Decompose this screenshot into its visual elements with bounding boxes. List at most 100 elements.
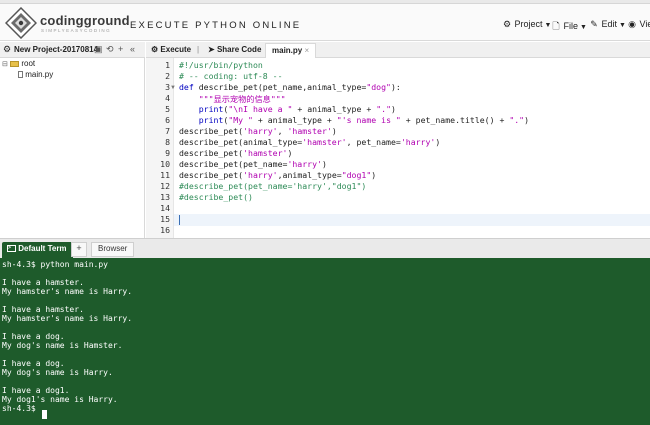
file-icon: 🗋 (552, 21, 560, 31)
caret-down-icon: ▼ (619, 22, 626, 29)
terminal-line: My dog's name is Hamster. (2, 341, 123, 350)
close-icon[interactable]: × (304, 46, 309, 55)
menu-view-label: View (639, 19, 650, 29)
code-line: describe_pet('harry',animal_type="dog1") (179, 170, 376, 180)
terminal-line: My hamster's name is Harry. (2, 314, 133, 323)
line-number: 5 (165, 104, 170, 114)
code-keyword: print (179, 104, 224, 114)
code-text: + pet_name.title() + (400, 115, 510, 125)
tab-main-py[interactable]: main.py × (265, 43, 317, 58)
terminal-line: sh-4.3$ python main.py (2, 260, 108, 269)
refresh-icon[interactable]: ⟲ (106, 44, 114, 55)
line-number: 2 (165, 71, 170, 81)
code-text: ,animal_type= (277, 170, 342, 180)
tree-root[interactable]: ⊟ root (2, 59, 35, 68)
line-number: 1 (165, 60, 170, 70)
code-line: #describe_pet(pet_name='harry',"dog1") (179, 181, 367, 191)
line-number: 7 (165, 126, 170, 136)
save-icon[interactable]: ▣ (94, 44, 103, 55)
terminal-icon: > (7, 245, 16, 253)
eye-icon: ◉ (628, 19, 636, 29)
code-line: describe_pet('harry', 'hamster') (179, 126, 337, 136)
app-header: codingground SIMPLYEASYCODING EXECUTE PY… (0, 4, 650, 41)
code-text: describe_pet( (179, 148, 244, 158)
code-text: describe_pet( (179, 170, 244, 180)
code-string: "." (376, 104, 392, 114)
share-icon: ➤ (208, 45, 215, 54)
line-number: 12 (160, 181, 170, 191)
collapse-icon[interactable]: « (130, 44, 135, 54)
line-number: 11 (160, 170, 170, 180)
line-number: 4 (165, 93, 170, 103)
code-text: ) (331, 126, 337, 136)
terminal-line: I have a hamster. (2, 305, 84, 314)
terminal-prompt: sh-4.3$ (2, 404, 41, 413)
line-number: 13 (160, 192, 170, 202)
tab-browser[interactable]: Browser (91, 242, 135, 257)
execute-button[interactable]: ⚙ Execute (151, 45, 191, 54)
code-text: + animal_type + (292, 104, 377, 114)
code-string: "dog" (366, 82, 391, 92)
edit-icon: ✎ (590, 19, 598, 29)
code-line: def describe_pet(pet_name,animal_type="d… (179, 82, 401, 92)
fold-arrow-icon[interactable]: ▼ (170, 85, 176, 91)
terminal-line: I have a hamster. (2, 278, 84, 287)
brand-name[interactable]: codingground (40, 13, 130, 28)
page-title: EXECUTE PYTHON ONLINE (130, 20, 302, 31)
menu-project-label: Project (514, 19, 543, 29)
text-cursor (179, 215, 180, 225)
line-number: 14 (160, 203, 170, 213)
code-keyword: print (179, 115, 224, 125)
project-title: New Project-20170814 (14, 45, 99, 54)
code-string: "." (509, 115, 525, 125)
tab-default-term[interactable]: > Default Term (2, 242, 73, 259)
code-text: ) (524, 115, 530, 125)
code-string: "'s name is " (336, 115, 401, 125)
terminal-line: I have a dog. (2, 359, 65, 368)
code-string: 'harry' (287, 159, 322, 169)
code-text: , (277, 126, 288, 136)
terminal-line: My dog1's name is Harry. (2, 395, 118, 404)
menu-file[interactable]: 🗋 File ▼ (551, 19, 587, 35)
code-text: ): (390, 82, 401, 92)
code-line: #!/usr/bin/python (179, 60, 263, 70)
folder-icon (10, 60, 20, 67)
share-code-button[interactable]: ➤ Share Code (208, 45, 261, 54)
coding-ground-logo[interactable] (5, 7, 37, 39)
terminal-tabbar: > Default Term + Browser (0, 238, 650, 259)
terminal-cursor (42, 410, 47, 419)
line-number: 16 (160, 225, 170, 235)
menu-edit[interactable]: ✎ Edit ▼ (589, 19, 626, 30)
tab-file-label: main.py (272, 46, 303, 55)
menu-view[interactable]: ◉ View (627, 19, 650, 30)
tree-file-main[interactable]: main.py (18, 70, 53, 79)
terminal-line: I have a dog. (2, 332, 65, 341)
code-line: print("My " + animal_type + "'s name is … (179, 115, 529, 125)
code-text: + animal_type + (252, 115, 337, 125)
code-text: ) (435, 137, 441, 147)
code-line: #describe_pet() (179, 192, 253, 202)
code-text: describe_pet( (179, 126, 244, 136)
tab-default-term-label: Default Term (18, 244, 67, 253)
code-string: 'harry' (400, 137, 436, 147)
tab-separator: | (197, 45, 200, 54)
line-number: 6 (165, 115, 170, 125)
terminal-line: My hamster's name is Harry. (2, 287, 133, 296)
code-line: # -- coding: utf-8 -- (179, 71, 283, 81)
line-number: 3 (165, 82, 170, 92)
code-line: describe_pet(pet_name='harry') (179, 159, 327, 169)
line-number: 10 (160, 159, 170, 169)
menu-project[interactable]: ⚙ Project ▼ (502, 19, 552, 30)
code-line: describe_pet(animal_type='hamster', pet_… (179, 137, 440, 147)
code-string: 'hamster' (302, 137, 347, 147)
gear-icon[interactable]: ⚙ (3, 44, 11, 55)
code-text: ) (287, 148, 293, 158)
collapse-toggle-icon[interactable]: ⊟ (2, 61, 8, 68)
code-text: describe_pet(pet_name= (179, 159, 288, 169)
share-label: Share Code (216, 45, 262, 54)
code-text: describe_pet(pet_name,animal_type= (193, 82, 367, 92)
add-icon[interactable]: + (118, 44, 123, 54)
code-keyword: def (179, 82, 194, 92)
add-tab-button[interactable]: + (71, 242, 87, 257)
tree-file-label: main.py (25, 70, 54, 79)
